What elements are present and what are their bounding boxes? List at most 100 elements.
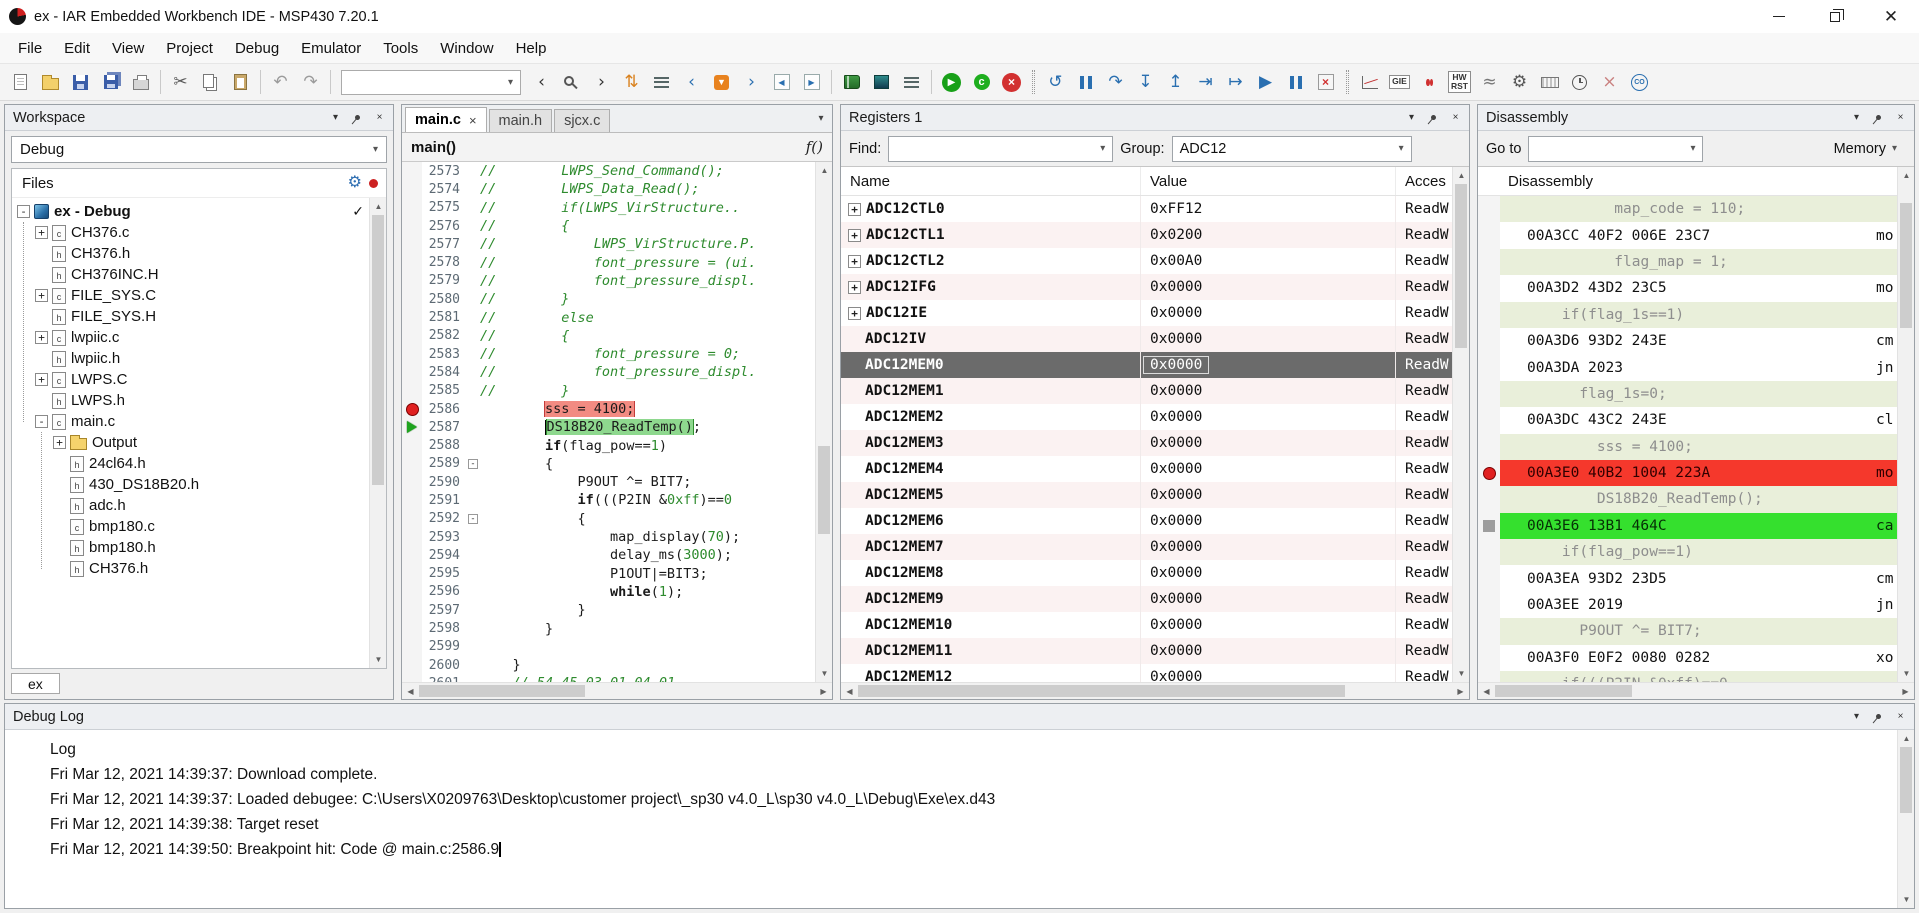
scroll-down-icon[interactable]: ▼	[816, 665, 833, 682]
code-text[interactable]: DS18B20_ReadTemp();	[480, 419, 815, 435]
code-text[interactable]: map_display(70);	[480, 529, 815, 545]
register-value[interactable]: 0x0000	[1141, 456, 1396, 482]
scroll-up-icon[interactable]: ▲	[816, 162, 833, 179]
toolbar-grip[interactable]	[1346, 70, 1349, 94]
code-text[interactable]: // else	[480, 310, 815, 326]
tree-item-24cl64-h[interactable]: h24cl64.h	[12, 453, 369, 474]
reset-button[interactable]: ↺	[1041, 68, 1070, 97]
debug-log-menu-button[interactable]: ▾	[1847, 707, 1866, 726]
tree-item-430-ds18b20-h[interactable]: h430_DS18B20.h	[12, 474, 369, 495]
save-all-button[interactable]	[96, 68, 125, 97]
function-list-icon[interactable]: f()	[806, 138, 823, 156]
register-value[interactable]: 0x0000	[1141, 508, 1396, 534]
code-text[interactable]: }	[480, 657, 815, 673]
code-text[interactable]: // font_pressure_displ.	[480, 273, 815, 289]
register-value[interactable]: 0x0000	[1141, 326, 1396, 352]
register-value[interactable]: 0x0000	[1141, 664, 1396, 682]
tree-item-lwps-h[interactable]: hLWPS.h	[12, 390, 369, 411]
editor-gutter[interactable]	[402, 290, 422, 308]
scroll-left-icon[interactable]: ◀	[402, 683, 419, 700]
editor-gutter[interactable]	[402, 253, 422, 271]
chevron-down-icon[interactable]: ▾	[1690, 143, 1695, 154]
disassembly-horizontal-scrollbar[interactable]: ◀ ▶	[1478, 682, 1914, 699]
code-text[interactable]: // font_pressure = (ui.	[480, 255, 815, 271]
toggle-bookmark-button[interactable]: ▼	[707, 68, 736, 97]
toolbar-grip[interactable]	[1032, 70, 1035, 94]
clock-button[interactable]	[1565, 68, 1594, 97]
disassembly-gutter[interactable]	[1478, 565, 1500, 591]
settings-button[interactable]: ⚙	[1505, 68, 1534, 97]
code-text[interactable]: // {	[480, 218, 815, 234]
expand-toggle-icon[interactable]: +	[848, 255, 861, 268]
editor-gutter[interactable]	[402, 327, 422, 345]
editor-gutter[interactable]	[402, 235, 422, 253]
navigate-button[interactable]: ⇅	[617, 68, 646, 97]
code-text[interactable]: if(((P2IN &0xff)==0	[480, 492, 815, 508]
tree-item-ex-debug[interactable]: -ex - Debug✓	[12, 201, 369, 222]
fold-toggle-icon[interactable]: -	[468, 459, 478, 469]
scrollbar-thumb[interactable]	[419, 685, 585, 697]
chevron-down-icon[interactable]: ▾	[1100, 143, 1105, 154]
editor-gutter[interactable]	[402, 473, 422, 491]
paste-button[interactable]	[226, 68, 255, 97]
options-gear-icon[interactable]: ⚙	[348, 175, 362, 191]
editor-gutter[interactable]	[402, 308, 422, 326]
find-button[interactable]	[557, 68, 586, 97]
register-value[interactable]: 0x0000	[1141, 534, 1396, 560]
make-button[interactable]	[837, 68, 866, 97]
expand-toggle-icon[interactable]: +	[848, 203, 861, 216]
disassembly-gutter[interactable]	[1478, 592, 1500, 618]
expand-toggle-icon[interactable]: +	[848, 229, 861, 242]
scroll-left-icon[interactable]: ◀	[841, 683, 858, 700]
disassembly-gutter[interactable]	[1478, 328, 1500, 354]
scroll-right-icon[interactable]: ▶	[815, 683, 832, 700]
menu-item-view[interactable]: View	[101, 33, 155, 63]
disassembly-gutter[interactable]	[1478, 434, 1500, 460]
register-row-adc12ie[interactable]: +ADC12IE0x0000ReadW	[841, 300, 1452, 326]
register-value[interactable]: 0x0000	[1141, 586, 1396, 612]
compile-button[interactable]	[897, 68, 926, 97]
registers-find-combo[interactable]: ▾	[888, 136, 1113, 162]
registers-pin-button[interactable]	[1424, 108, 1443, 127]
expand-toggle-icon[interactable]: +	[35, 226, 48, 239]
register-value[interactable]: 0x0000	[1141, 274, 1396, 300]
chevron-down-icon[interactable]: ▾	[501, 77, 520, 88]
expand-toggle-icon[interactable]: -	[17, 205, 30, 218]
editor-gutter[interactable]	[402, 436, 422, 454]
tree-item-file-sys-h[interactable]: hFILE_SYS.H	[12, 306, 369, 327]
code-text[interactable]: while(1);	[480, 584, 815, 600]
registers-vertical-scrollbar[interactable]: ▲ ▼	[1452, 167, 1469, 682]
editor-gutter[interactable]	[402, 601, 422, 619]
code-text[interactable]: {	[480, 511, 815, 527]
editor-gutter[interactable]	[402, 455, 422, 473]
next-bookmark-button[interactable]: ›	[737, 68, 766, 97]
disassembly-menu-button[interactable]: ▾	[1847, 108, 1866, 127]
register-row-adc12mem2[interactable]: ADC12MEM20x0000ReadW	[841, 404, 1452, 430]
scrollbar-thumb[interactable]	[818, 446, 830, 533]
scroll-right-icon[interactable]: ▶	[1897, 683, 1914, 700]
spring-button[interactable]: ≈	[1475, 68, 1504, 97]
breakpoints-button[interactable]	[1415, 68, 1444, 97]
tree-item-bmp180-c[interactable]: cbmp180.c	[12, 516, 369, 537]
disassembly-gutter[interactable]	[1478, 275, 1500, 301]
scrollbar-thumb[interactable]	[372, 215, 384, 485]
register-value[interactable]: 0x0000	[1141, 612, 1396, 638]
disassembly-gutter[interactable]	[1478, 539, 1500, 565]
break-button[interactable]	[1071, 68, 1100, 97]
disassembly-gutter[interactable]	[1478, 302, 1500, 328]
disassembly-gutter[interactable]	[1478, 618, 1500, 644]
stop-build-button[interactable]: ×	[997, 68, 1026, 97]
code-text[interactable]: // }	[480, 291, 815, 307]
code-text[interactable]: {	[480, 456, 815, 472]
register-value[interactable]: 0x0000	[1141, 560, 1396, 586]
registers-group-combo[interactable]: ADC12 ▾	[1172, 136, 1412, 162]
workspace-menu-button[interactable]: ▾	[326, 108, 345, 127]
register-row-adc12iv[interactable]: ADC12IV0x0000ReadW	[841, 326, 1452, 352]
tree-item-ch376-h[interactable]: hCH376.h	[12, 558, 369, 579]
editor-gutter[interactable]	[402, 491, 422, 509]
stop-debugging-button[interactable]: ×	[1311, 68, 1340, 97]
close-tab-icon[interactable]: ×	[469, 113, 477, 128]
power-log-button[interactable]	[1355, 68, 1384, 97]
tree-item-lwpiic-h[interactable]: hlwpiic.h	[12, 348, 369, 369]
scrollbar-thumb[interactable]	[1900, 747, 1912, 813]
